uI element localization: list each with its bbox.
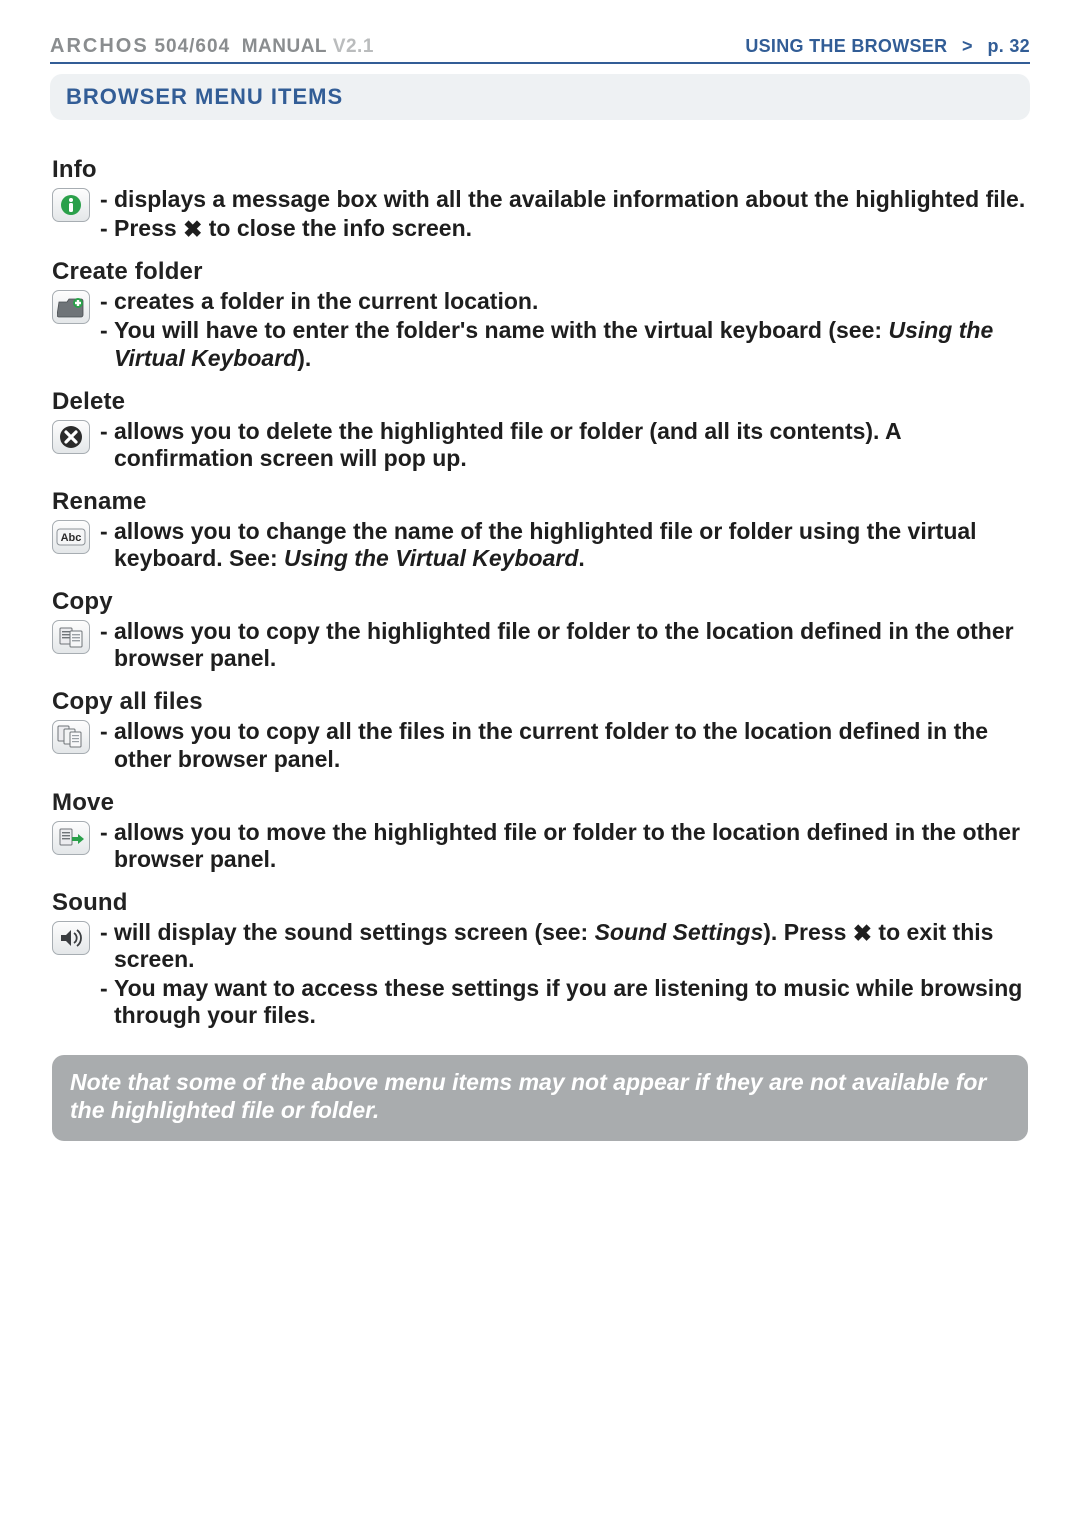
version-label: V2.1 <box>333 36 374 57</box>
bullet-text: allows you to copy all the files in the … <box>114 718 1028 772</box>
item-title: Move <box>52 789 1028 817</box>
chevron-icon: > <box>962 36 973 56</box>
item-title: Create folder <box>52 258 1028 286</box>
bullet-text: allows you to delete the highlighted fil… <box>114 418 1028 472</box>
header-rule <box>50 62 1030 64</box>
delete-icon <box>52 418 94 454</box>
header-left: ARCHOS 504/604 MANUAL V2.1 <box>50 35 374 58</box>
model-label: 504/604 <box>154 36 230 57</box>
x-icon: ✖ <box>183 216 202 243</box>
item-title: Delete <box>52 388 1028 416</box>
page-number: p. 32 <box>987 36 1030 56</box>
menu-item-move: Move - allows you to <box>52 789 1028 875</box>
menu-item-delete: Delete - allows you to delete the highli… <box>52 388 1028 474</box>
item-title: Info <box>52 156 1028 184</box>
content-area: Info - displays a message box with all t… <box>50 156 1030 1141</box>
manual-label: MANUAL <box>242 36 327 57</box>
bullet-text: allows you to move the highlighted file … <box>114 819 1028 873</box>
svg-text:Abc: Abc <box>61 532 82 544</box>
sound-icon <box>52 919 94 955</box>
menu-item-rename: Rename Abc - allows you to change the na… <box>52 488 1028 574</box>
brand-label: ARCHOS <box>50 35 149 57</box>
bullet-text: will display the sound settings screen (… <box>114 919 1028 973</box>
bullet-text: displays a message box with all the avai… <box>114 186 1028 213</box>
item-title: Copy all files <box>52 688 1028 716</box>
page-header: ARCHOS 504/604 MANUAL V2.1 USING THE BRO… <box>50 35 1030 58</box>
bullet-text: You may want to access these settings if… <box>114 975 1028 1029</box>
menu-item-sound: Sound - will display the sound settings … <box>52 889 1028 1032</box>
menu-item-info: Info - displays a message box with all t… <box>52 156 1028 244</box>
item-title: Copy <box>52 588 1028 616</box>
item-title: Rename <box>52 488 1028 516</box>
bullet-text: creates a folder in the current location… <box>114 288 1028 315</box>
folder-plus-icon <box>52 288 94 324</box>
section-title: BROWSER MENU ITEMS <box>50 74 1030 120</box>
bullet-text: allows you to change the name of the hig… <box>114 518 1028 572</box>
move-icon <box>52 819 94 855</box>
copy-all-icon <box>52 718 94 754</box>
header-right: USING THE BROWSER > p. 32 <box>745 36 1030 57</box>
manual-page: ARCHOS 504/604 MANUAL V2.1 USING THE BRO… <box>0 0 1080 1527</box>
x-icon: ✖ <box>853 920 872 947</box>
bullet-text: allows you to copy the highlighted file … <box>114 618 1028 672</box>
info-icon <box>52 186 94 222</box>
section-name: USING THE BROWSER <box>745 36 947 56</box>
menu-item-copy: Copy <box>52 588 1028 674</box>
bullet-text: Press ✖ to close the info screen. <box>114 215 1028 242</box>
menu-item-create-folder: Create folder - creates a folder in <box>52 258 1028 373</box>
note-box: Note that some of the above menu items m… <box>52 1055 1028 1140</box>
bullet-text: You will have to enter the folder's name… <box>114 317 1028 371</box>
copy-icon <box>52 618 94 654</box>
rename-icon: Abc <box>52 518 94 554</box>
menu-item-copy-all: Copy all files - <box>52 688 1028 774</box>
item-title: Sound <box>52 889 1028 917</box>
